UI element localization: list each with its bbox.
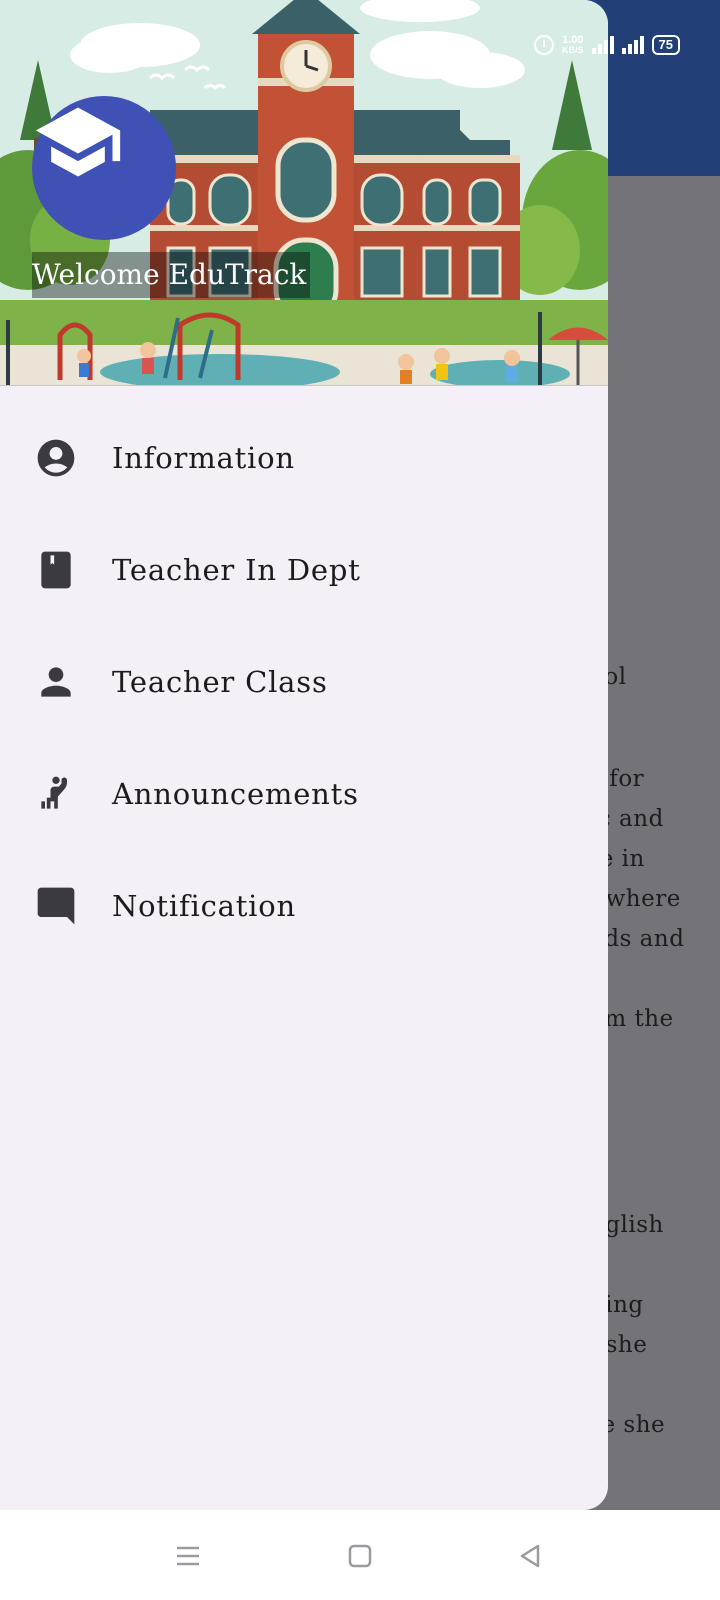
menu-item-information[interactable]: Information	[0, 402, 608, 514]
menu-icon	[177, 1546, 199, 1566]
menu-item-label: Teacher Class	[112, 665, 328, 699]
network-speed: 1.00 KB/S	[562, 34, 584, 56]
header-divider	[0, 385, 608, 386]
menu-item-label: Notification	[112, 889, 296, 923]
signal-icon	[591, 36, 614, 54]
book-bookmark-icon	[34, 548, 78, 592]
signal-icon	[621, 36, 644, 54]
navigation-drawer: Welcome EduTrack Information Teacher In …	[0, 0, 608, 1510]
menu-item-notification[interactable]: Notification	[0, 850, 608, 962]
system-nav-bar	[0, 1510, 720, 1600]
account-circle-icon	[34, 436, 78, 480]
network-speed-unit: KB/S	[562, 45, 584, 55]
avatar[interactable]	[32, 96, 176, 240]
drawer-menu: Information Teacher In Dept Teacher Clas…	[0, 402, 608, 962]
menu-item-label: Information	[112, 441, 295, 475]
menu-item-label: Teacher In Dept	[112, 553, 361, 587]
home-icon	[348, 1544, 372, 1568]
welcome-title: Welcome EduTrack	[32, 252, 311, 298]
waving-person-icon	[34, 772, 78, 816]
chat-bubble-icon	[34, 884, 78, 928]
graduation-cap-icon	[35, 107, 121, 177]
menu-item-announcements[interactable]: Announcements	[0, 738, 608, 850]
network-speed-value: 1.00	[562, 34, 584, 46]
status-bar: 1.00 KB/S 75	[534, 32, 680, 58]
back-icon	[520, 1544, 540, 1568]
menu-item-label: Announcements	[112, 777, 359, 811]
menu-item-teacher-class[interactable]: Teacher Class	[0, 626, 608, 738]
back-button[interactable]	[510, 1536, 550, 1576]
home-button[interactable]	[340, 1536, 380, 1576]
recent-apps-button[interactable]	[168, 1536, 208, 1576]
drawer-header: Welcome EduTrack	[0, 0, 608, 386]
person-icon	[34, 660, 78, 704]
alarm-icon	[534, 35, 555, 55]
menu-item-teacher-in-dept[interactable]: Teacher In Dept	[0, 514, 608, 626]
battery-indicator: 75	[651, 35, 680, 55]
